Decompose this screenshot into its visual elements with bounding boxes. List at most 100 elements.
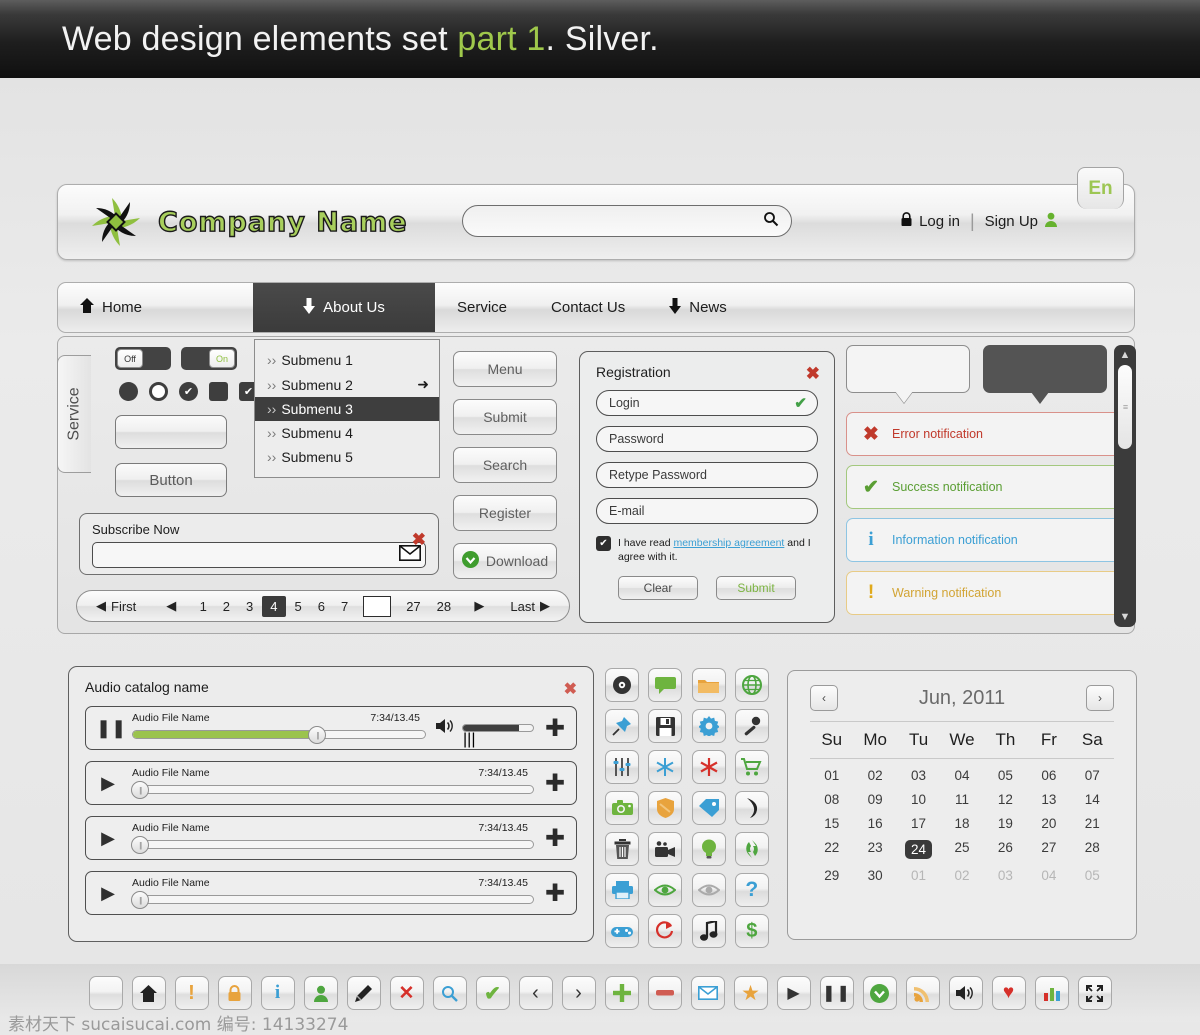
calendar-day[interactable]: 10 [897,792,940,807]
calendar-day[interactable]: 14 [1071,792,1114,807]
search-icon[interactable] [432,976,467,1010]
login-button[interactable]: Log in [900,212,960,231]
printer-icon[interactable] [605,873,639,907]
pagination-jump-input[interactable] [363,595,392,617]
heart-icon[interactable]: ♥ [991,976,1026,1010]
download-circle-icon[interactable] [862,976,897,1010]
registration-login-field[interactable]: Login ✔ [596,390,818,416]
service-vertical-tab[interactable]: Service [57,355,91,473]
subscribe-field[interactable] [92,542,426,568]
calendar-day[interactable]: 27 [1027,840,1070,859]
subscribe-close-icon[interactable]: ✖ [412,530,426,550]
play-icon[interactable]: ▶ [96,883,120,904]
globe-icon[interactable] [734,668,769,702]
radio-empty[interactable] [149,382,168,401]
eye-hidden-icon[interactable] [691,873,726,907]
calendar-day[interactable]: 02 [853,768,896,783]
calendar-day[interactable]: 04 [940,768,983,783]
pagination-page-5[interactable]: 5 [288,597,309,616]
calendar-day[interactable]: 06 [1027,768,1070,783]
gear-icon[interactable] [691,709,726,743]
nav-item-home[interactable]: Home [58,283,253,332]
search-button[interactable]: Search [453,447,557,483]
check-icon[interactable]: ✔ [475,976,510,1010]
calendar-day-next-month[interactable]: 01 [897,868,940,883]
audio-close-icon[interactable]: ✖ [564,679,577,699]
snowflake-icon[interactable] [648,750,683,784]
star-icon[interactable]: ★ [733,976,768,1010]
fullscreen-icon[interactable] [1077,976,1112,1010]
pagination-last[interactable]: Last ▶ [503,596,557,616]
chat-bubble-icon[interactable] [648,668,683,702]
volume-icon[interactable] [948,976,983,1010]
calendar-day-next-month[interactable]: 05 [1071,868,1114,883]
calendar-day[interactable]: 16 [853,816,896,831]
plus-icon[interactable] [604,976,639,1010]
search-icon[interactable] [763,211,779,232]
close-x-icon[interactable]: ✕ [389,976,424,1010]
scroll-up-arrow-icon[interactable]: ▲ [1120,349,1131,361]
notification-error[interactable]: ✖ Error notification [846,412,1126,456]
nav-item-service[interactable]: Service [435,283,529,332]
audio-progress-bar[interactable]: ||| [131,836,534,854]
pagination-page-4-active[interactable]: 4 [262,595,286,617]
volume-icon[interactable] [436,718,455,739]
disc-icon[interactable] [605,668,639,702]
minus-icon[interactable] [647,976,682,1010]
pagination-page-7[interactable]: 7 [334,597,355,616]
shopping-cart-icon[interactable] [734,750,769,784]
video-camera-icon[interactable] [648,832,683,866]
pagination-page-27[interactable]: 27 [399,597,427,616]
search-input[interactable] [475,213,763,229]
calendar-day[interactable]: 17 [897,816,940,831]
vertical-scrollbar[interactable]: ▲ ≡ ▼ [1114,345,1136,627]
submenu-item-3[interactable]: ›› Submenu 3 [255,397,439,421]
chevron-right-icon[interactable]: › [561,976,596,1010]
calendar-day[interactable]: 11 [940,792,983,807]
recycle-icon[interactable] [734,832,769,866]
calendar-day[interactable]: 12 [984,792,1027,807]
pause-icon[interactable]: ❚❚ [819,976,854,1010]
pagination-page-28[interactable]: 28 [430,597,458,616]
equalizer-icon[interactable] [605,750,639,784]
calendar-day[interactable]: 08 [810,792,853,807]
menu-button[interactable]: Menu [453,351,557,387]
language-badge[interactable]: En [1077,167,1124,209]
calendar-day[interactable]: 23 [853,840,896,859]
play-icon[interactable]: ▶ [96,828,120,849]
submenu-item-1[interactable]: ›› Submenu 1 [255,348,439,372]
registration-email-field[interactable]: E-mail [596,498,818,524]
submenu-item-4[interactable]: ›› Submenu 4 [255,421,439,445]
envelope-icon[interactable] [690,976,725,1010]
toggle-off[interactable]: Off [115,347,171,370]
music-note-icon[interactable] [691,914,726,948]
calendar-day-next-month[interactable]: 04 [1027,868,1070,883]
bar-chart-icon[interactable] [1034,976,1069,1010]
submit-button[interactable]: Submit [453,399,557,435]
registration-close-icon[interactable]: ✖ [806,364,820,384]
notification-information[interactable]: i Information notification [846,518,1126,562]
audio-progress-bar[interactable]: ||| [131,781,534,799]
eye-visible-icon[interactable] [648,873,683,907]
lightbulb-icon[interactable] [691,832,726,866]
microphone-icon[interactable] [734,709,769,743]
camera-icon[interactable] [605,791,639,825]
calendar-day[interactable]: 13 [1027,792,1070,807]
add-track-icon[interactable]: ✚ [544,769,566,798]
scrollbar-thumb[interactable]: ≡ [1118,365,1132,449]
play-icon[interactable]: ▶ [776,976,811,1010]
trash-icon[interactable] [605,832,639,866]
checkbox-empty[interactable] [209,382,228,401]
calendar-prev-button[interactable]: ‹ [810,685,838,711]
audio-progress-bar[interactable]: ||| [132,726,426,744]
radio-checked[interactable]: ✔ [179,382,198,401]
audio-progress-bar[interactable]: ||| [131,891,534,909]
calendar-day[interactable]: 20 [1027,816,1070,831]
submenu-item-5[interactable]: ›› Submenu 5 [255,445,439,469]
generic-button[interactable]: Button [115,463,227,497]
pencil-icon[interactable] [346,976,381,1010]
calendar-day[interactable]: 19 [984,816,1027,831]
calendar-day-selected[interactable]: 24 [904,840,933,859]
add-track-icon[interactable]: ✚ [544,879,566,908]
shield-icon[interactable] [648,791,683,825]
